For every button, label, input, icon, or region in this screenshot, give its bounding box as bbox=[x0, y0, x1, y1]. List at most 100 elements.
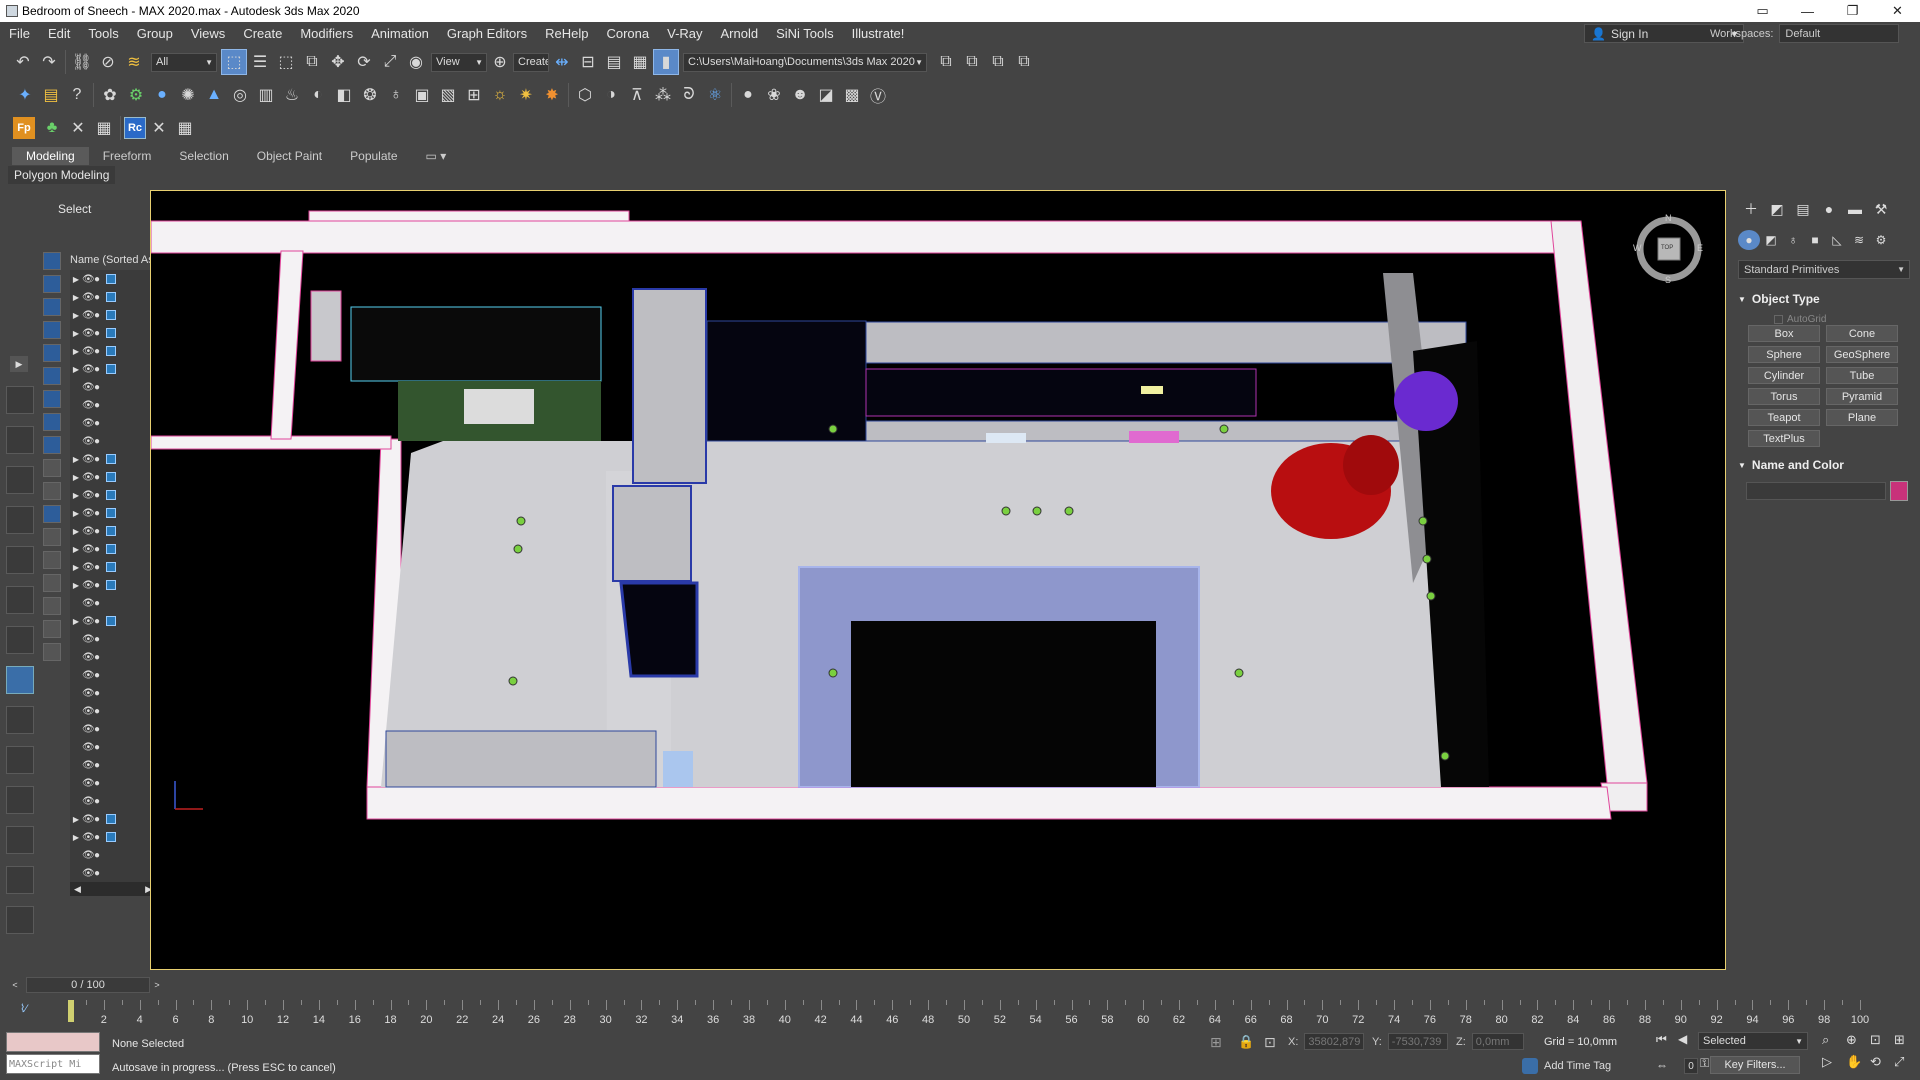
layout-tab-5[interactable] bbox=[6, 546, 34, 574]
layout-tab-8[interactable] bbox=[6, 666, 34, 694]
name-and-color-rollout-header[interactable]: ▼ Name and Color bbox=[1738, 456, 1910, 474]
list-item[interactable]: 👁 ● bbox=[70, 684, 156, 702]
render-dot-icon[interactable]: ● bbox=[94, 526, 106, 537]
eye-icon[interactable]: 👁 bbox=[82, 724, 95, 735]
orbit-icon[interactable]: ⟲ bbox=[1870, 1054, 1881, 1070]
menu-file[interactable]: File bbox=[0, 26, 39, 41]
render-dot-icon[interactable]: ● bbox=[94, 418, 106, 429]
render-dot-icon[interactable]: ● bbox=[94, 760, 106, 771]
redo-icon[interactable]: ↷ bbox=[36, 49, 62, 75]
maximize-viewport-icon[interactable]: ⤢ bbox=[1894, 1054, 1904, 1070]
snap-toggle-icon[interactable]: ⧉ bbox=[933, 49, 959, 75]
scroll-left-icon[interactable]: ◀ bbox=[74, 884, 81, 895]
expand-triangle-icon[interactable]: ▶ bbox=[70, 617, 82, 626]
modify-tab-icon[interactable]: ◩ bbox=[1764, 198, 1790, 220]
menu-vray[interactable]: V-Ray bbox=[658, 26, 711, 41]
list-item[interactable]: ▶ 👁 ● bbox=[70, 576, 156, 594]
isolate-selection-icon[interactable]: ⊞ bbox=[1210, 1034, 1222, 1051]
vray-fur-icon[interactable]: ♨ bbox=[279, 82, 305, 108]
expand-triangle-icon[interactable]: ▶ bbox=[70, 311, 82, 320]
mini-curve-editor-icon[interactable]: ⌇⁄ bbox=[20, 1002, 27, 1015]
zoom-extents-all-icon[interactable]: ⊞ bbox=[1894, 1032, 1905, 1048]
maxscript-mini-listener[interactable]: MAXScript Mi bbox=[6, 1054, 100, 1074]
menu-animation[interactable]: Animation bbox=[362, 26, 438, 41]
vray-sphere-icon[interactable]: ◐ bbox=[305, 82, 331, 108]
tab-freeform[interactable]: Freeform bbox=[89, 147, 166, 165]
sync-icon[interactable] bbox=[43, 643, 61, 661]
skull-icon[interactable]: ☻ bbox=[787, 82, 813, 108]
expand-triangle-icon[interactable]: ▶ bbox=[70, 293, 82, 302]
mirror-icon[interactable]: ⇹ bbox=[549, 49, 575, 75]
expand-triangle-icon[interactable]: ▶ bbox=[70, 527, 82, 536]
render-dot-icon[interactable]: ● bbox=[94, 400, 106, 411]
menu-modifiers[interactable]: Modifiers bbox=[291, 26, 362, 41]
layout-tab-3[interactable] bbox=[6, 466, 34, 494]
eye-icon[interactable]: 👁 bbox=[82, 634, 95, 645]
railclone-tools-icon[interactable]: ✕ bbox=[146, 115, 172, 141]
ribbon-options-icon[interactable]: ▭ ▾ bbox=[412, 147, 461, 165]
list-item[interactable]: ▶ 👁 ● bbox=[70, 828, 156, 846]
ribbon-toggle-icon[interactable]: ▮ bbox=[653, 49, 679, 75]
render-dot-icon[interactable]: ● bbox=[94, 706, 106, 717]
key-filters-button[interactable]: Key Filters... bbox=[1710, 1056, 1800, 1074]
tree-icon[interactable]: ♣ bbox=[39, 115, 65, 141]
layout-tab-2[interactable] bbox=[6, 426, 34, 454]
list-item[interactable]: 👁 ● bbox=[70, 846, 156, 864]
sphere-button[interactable]: Sphere bbox=[1748, 346, 1820, 363]
lights-icon[interactable]: ♁ bbox=[1782, 230, 1804, 250]
menu-views[interactable]: Views bbox=[182, 26, 234, 41]
expand-triangle-icon[interactable]: ▶ bbox=[70, 455, 82, 464]
torus-button[interactable]: Torus bbox=[1748, 388, 1820, 405]
eye-icon[interactable]: 👁 bbox=[82, 274, 95, 285]
teapot-button[interactable]: Teapot bbox=[1748, 409, 1820, 426]
tab-modeling[interactable]: Modeling bbox=[12, 147, 89, 165]
render-dot-icon[interactable]: ● bbox=[94, 580, 106, 591]
render-dot-icon[interactable]: ● bbox=[94, 328, 106, 339]
expand-triangle-icon[interactable]: ▶ bbox=[70, 563, 82, 572]
list-item[interactable]: 👁 ● bbox=[70, 774, 156, 792]
eye-icon[interactable]: 👁 bbox=[82, 490, 95, 501]
vray-bulb-icon[interactable]: ♁ bbox=[383, 82, 409, 108]
tab-object-paint[interactable]: Object Paint bbox=[243, 147, 336, 165]
grass-icon[interactable]: ᘐ bbox=[676, 82, 702, 108]
filter-geometry-icon[interactable] bbox=[43, 252, 61, 270]
eye-icon[interactable]: 👁 bbox=[82, 418, 95, 429]
column-header-name[interactable]: Name (Sorted Ascending) bbox=[70, 254, 154, 266]
vray-light-icon[interactable]: ● bbox=[149, 82, 175, 108]
spinner-snap-icon[interactable]: ⧉ bbox=[1011, 49, 1037, 75]
angle-snap-icon[interactable]: ⧉ bbox=[959, 49, 985, 75]
systems-icon[interactable]: ⚙ bbox=[1870, 230, 1892, 250]
eye-icon[interactable]: 👁 bbox=[82, 850, 95, 861]
material-editor-icon[interactable]: ▤ bbox=[38, 82, 64, 108]
tab-selection[interactable]: Selection bbox=[165, 147, 242, 165]
atom-icon[interactable]: ⚛ bbox=[702, 82, 728, 108]
render-dot-icon[interactable]: ● bbox=[94, 724, 106, 735]
tube-button[interactable]: Tube bbox=[1826, 367, 1898, 384]
maximize-button[interactable]: ❐ bbox=[1830, 0, 1875, 22]
list-item[interactable]: 👁 ● bbox=[70, 378, 156, 396]
prev-frame-icon[interactable]: < bbox=[8, 977, 22, 993]
render-dot-icon[interactable]: ● bbox=[94, 346, 106, 357]
timeline-ruler[interactable]: 2 4 6 8 10 12 14 16 18 20 22 24 26 28 30 32 34 36 38 40 42 44… bbox=[68, 1000, 1920, 1026]
cube-icon[interactable]: ⬡ bbox=[572, 82, 598, 108]
minimize-button[interactable]: — bbox=[1785, 0, 1830, 22]
tripod-icon[interactable]: ⊼ bbox=[624, 82, 650, 108]
expand-triangle-icon[interactable]: ▶ bbox=[70, 275, 82, 284]
filter-spacewarps-icon[interactable] bbox=[43, 367, 61, 385]
vray-logo-icon[interactable]: Ⓥ bbox=[865, 82, 891, 108]
expand-triangle-icon[interactable]: ▶ bbox=[70, 581, 82, 590]
render-dot-icon[interactable]: ● bbox=[94, 274, 106, 285]
funnel-icon[interactable] bbox=[43, 620, 61, 638]
render-dot-icon[interactable]: ● bbox=[94, 742, 106, 753]
display-tab-icon[interactable]: ▬ bbox=[1842, 198, 1868, 220]
primitive-category-dropdown[interactable]: Standard Primitives ▼ bbox=[1738, 260, 1910, 279]
filter-invert-icon[interactable] bbox=[43, 574, 61, 592]
layout-tab-11[interactable] bbox=[6, 786, 34, 814]
key-mode-dropdown[interactable]: Selected ▼ bbox=[1698, 1032, 1808, 1050]
render-dot-icon[interactable]: ● bbox=[94, 562, 106, 573]
expand-triangle-icon[interactable]: ▶ bbox=[70, 833, 82, 842]
eye-icon[interactable]: 👁 bbox=[82, 544, 95, 555]
render-setup-icon[interactable]: ✿ bbox=[97, 82, 123, 108]
layout-tab-4[interactable] bbox=[6, 506, 34, 534]
layout-tab-7[interactable] bbox=[6, 626, 34, 654]
